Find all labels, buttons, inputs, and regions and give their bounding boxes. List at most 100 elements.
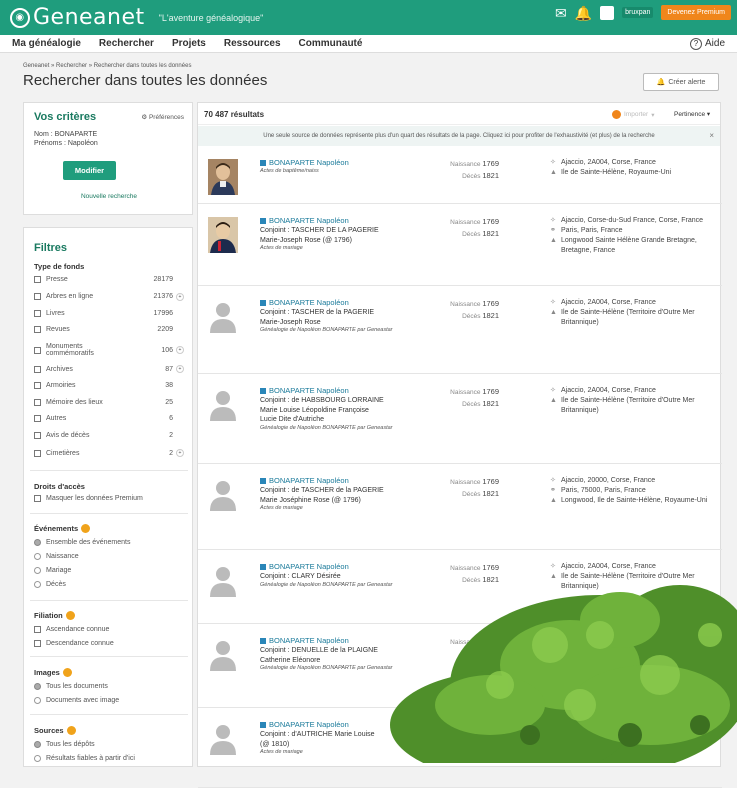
modify-button[interactable]: Modifier — [63, 161, 116, 180]
result-places: ✧ Ajaccio, 2A004, Corse, France ▲ Ile de Sa… — [550, 562, 718, 592]
results-panel: 70 487 résultats Importer ▾ Pertinence ▾… — [197, 102, 722, 788]
result-card[interactable]: BONAPARTE Napoléon Conjoint : de HABSBOUR… — [198, 374, 722, 464]
checkbox[interactable] — [34, 449, 41, 457]
result-name-link[interactable]: BONAPARTE Napoléon — [260, 216, 349, 225]
expand-icon[interactable]: + — [176, 365, 184, 373]
checkbox[interactable] — [34, 432, 41, 440]
nav-ressources[interactable]: Ressources — [224, 38, 281, 49]
filter-fonds-item[interactable]: Arbres en ligne 21376 + — [34, 292, 184, 301]
result-dates: Naissance 1769 Décès 1821 — [443, 562, 499, 586]
death-label: Décès — [462, 577, 481, 584]
result-card[interactable]: BONAPARTE Napoléon Conjoint : de TASCHER … — [198, 464, 722, 550]
filter-fonds-item[interactable]: Revues 2209 — [34, 326, 184, 334]
nav-communaute[interactable]: Communauté — [299, 38, 363, 49]
result-name-link[interactable]: BONAPARTE Napoléon — [260, 636, 349, 645]
filter-events-option[interactable]: Décès — [34, 581, 184, 588]
checkbox[interactable] — [34, 309, 41, 317]
result-name-link[interactable]: BONAPARTE Napoléon — [260, 562, 349, 571]
create-alert-button[interactable]: 🔔 Créer alerte — [643, 73, 719, 91]
result-card[interactable]: BONAPARTE Napoléon Actes de baptême/naiss… — [198, 146, 722, 204]
filter-hide-premium[interactable]: Masquer les données Premium — [34, 495, 184, 502]
filter-events-option[interactable]: Ensemble des événements — [34, 539, 184, 546]
filter-images-option[interactable]: Tous les documents — [34, 683, 184, 690]
close-icon[interactable]: × — [709, 131, 714, 140]
birth-label: Naissance — [450, 565, 481, 572]
filter-fonds-item[interactable]: Armoiries 38 — [34, 381, 184, 389]
checkbox[interactable] — [34, 381, 41, 389]
avatar[interactable] — [600, 5, 615, 20]
person-placeholder-icon[interactable] — [208, 477, 238, 513]
nav-ma-genealogie[interactable]: Ma généalogie — [12, 38, 81, 49]
filter-events-option[interactable]: Mariage — [34, 567, 184, 574]
filter-sources-option[interactable]: Résultats fiables à partir d'ici — [34, 755, 184, 762]
checkbox[interactable] — [34, 326, 41, 334]
filter-fonds-item[interactable]: Presse 28179 — [34, 276, 184, 283]
filter-fonds-item[interactable]: Mémoire des lieux 25 — [34, 398, 184, 406]
checkbox[interactable] — [34, 398, 41, 406]
portrait-image[interactable] — [208, 217, 238, 253]
filter-images-option[interactable]: Documents avec image — [34, 697, 184, 704]
checkbox[interactable] — [34, 365, 41, 373]
checkbox[interactable] — [34, 276, 41, 283]
result-name-link[interactable]: BONAPARTE Napoléon — [260, 298, 349, 307]
radio[interactable] — [34, 567, 41, 574]
result-card[interactable]: BONAPARTE Napoléon Conjoint : TASCHER DE … — [198, 204, 722, 286]
person-placeholder-icon[interactable] — [208, 563, 238, 599]
user-menu[interactable]: bruxpan — [622, 7, 654, 18]
result-card[interactable]: BONAPARTE Napoléon Conjoint : CLARY Désir… — [198, 550, 722, 624]
expand-icon[interactable]: + — [176, 449, 184, 457]
import-button[interactable]: Importer ▾ — [612, 110, 654, 119]
checkbox[interactable] — [34, 293, 41, 301]
premium-button[interactable]: Devenez Premium — [661, 5, 731, 20]
nav-projets[interactable]: Projets — [172, 38, 206, 49]
result-name-link[interactable]: BONAPARTE Napoléon — [260, 476, 349, 485]
bell-icon[interactable]: 🔔 — [575, 6, 592, 20]
result-card[interactable]: BONAPARTE Napoléon Conjoint : DENUELLE de… — [198, 624, 722, 708]
result-name-link[interactable]: BONAPARTE Napoléon — [260, 158, 349, 167]
place-text: Ajaccio, 20000, Corse, France — [561, 477, 656, 484]
radio[interactable] — [34, 581, 41, 588]
nav-rechercher[interactable]: Rechercher — [99, 38, 154, 49]
new-search-link[interactable]: Nouvelle recherche — [24, 193, 194, 200]
radio[interactable] — [34, 697, 41, 704]
expand-icon[interactable]: + — [176, 292, 184, 301]
radio[interactable] — [34, 755, 41, 762]
result-card[interactable]: BONAPARTE Napoléon Conjoint : TASCHER de … — [198, 286, 722, 374]
filter-fonds-item[interactable]: Archives 87 + — [34, 365, 184, 373]
filter-filiation-option[interactable]: Descendance connue — [34, 640, 184, 647]
mail-icon[interactable]: ✉ — [555, 6, 567, 20]
results-notice[interactable]: Une seule source de données représente p… — [198, 126, 720, 146]
expand-icon[interactable]: + — [176, 346, 184, 355]
radio[interactable] — [34, 683, 41, 690]
filter-events-option[interactable]: Naissance — [34, 553, 184, 560]
filter-fonds-item[interactable]: Monuments commémoratifs 106 + — [34, 343, 184, 357]
person-placeholder-icon[interactable] — [208, 637, 238, 673]
filter-sources-option[interactable]: Tous les dépôts — [34, 741, 184, 748]
person-placeholder-icon[interactable] — [208, 299, 238, 335]
geneanet-logo[interactable]: ◉ Geneanet — [10, 5, 145, 30]
result-name-link[interactable]: BONAPARTE Napoléon — [260, 720, 349, 729]
help-link[interactable]: ? Aide — [689, 37, 725, 50]
filter-filiation-option[interactable]: Ascendance connue — [34, 626, 184, 633]
filter-fonds-item[interactable]: Livres 17996 — [34, 309, 184, 317]
sort-dropdown[interactable]: Pertinence ▾ — [674, 110, 710, 118]
portrait-image[interactable] — [208, 159, 238, 195]
result-name-link[interactable]: BONAPARTE Napoléon — [260, 386, 349, 395]
filter-fonds-item[interactable]: Avis de décès 2 — [34, 432, 184, 440]
person-placeholder-icon[interactable] — [208, 721, 238, 757]
result-card[interactable]: BONAPARTE Napoléon Conjoint : d'AUTRICHE … — [198, 708, 722, 788]
radio[interactable] — [34, 539, 41, 546]
person-placeholder-icon[interactable] — [208, 387, 238, 423]
preferences-link[interactable]: ⚙ Préférences — [141, 113, 184, 121]
checkbox[interactable] — [34, 415, 41, 423]
radio[interactable] — [34, 553, 41, 560]
radio[interactable] — [34, 741, 41, 748]
radio[interactable] — [34, 626, 41, 633]
place-text: Longwood, Ile de Sainte-Hélène, Royaume-… — [561, 497, 708, 504]
checkbox[interactable] — [34, 346, 41, 354]
filter-fonds-item[interactable]: Cimetières 2 + — [34, 449, 184, 457]
help-icon: ? — [689, 37, 702, 50]
radio[interactable] — [34, 640, 41, 647]
place-row: ✧ Ajaccio, 2A004, Corse, France — [550, 562, 718, 572]
filter-fonds-item[interactable]: Autres 6 — [34, 415, 184, 423]
